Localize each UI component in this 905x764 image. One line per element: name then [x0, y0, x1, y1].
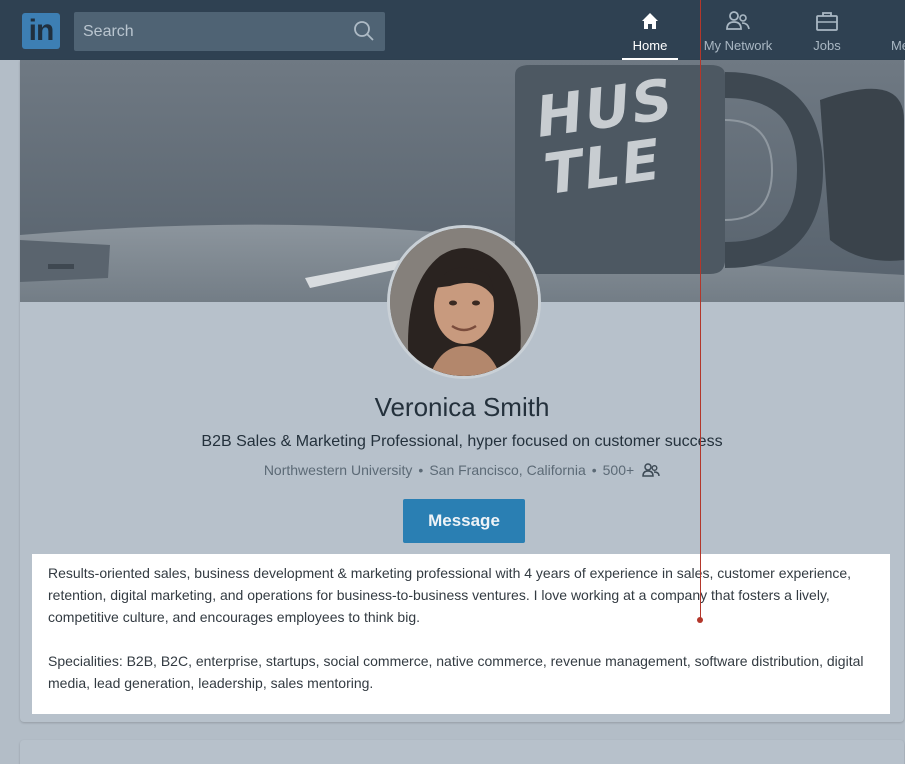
nav-me-label: Me [890, 38, 905, 53]
network-icon [700, 10, 776, 34]
profile-name: Veronica Smith [374, 392, 550, 422]
profile-connections[interactable]: 500+ [603, 462, 635, 478]
nav-jobs-label: Jobs [813, 38, 841, 53]
meta-separator: • [418, 462, 424, 478]
linkedin-logo[interactable]: in [22, 13, 60, 49]
nav-me[interactable]: Me [880, 10, 905, 60]
profile-meta: Northwestern University • San Francisco, C… [20, 462, 904, 480]
search-input[interactable] [74, 12, 344, 51]
summary-specialities: Specialities: B2B, B2C, enterprise, star… [48, 653, 864, 691]
annotation-pointer-line [700, 0, 701, 620]
profile-summary: Results-oriented sales, business develop… [32, 554, 890, 714]
connections-icon [642, 463, 660, 480]
me-icon [880, 10, 905, 34]
mug-hustle-text: HUSTLE [532, 67, 679, 209]
profile-headline: B2B Sales & Marketing Professional, hype… [201, 433, 723, 450]
nav-home[interactable]: Home [622, 10, 678, 60]
next-section-card [20, 740, 904, 764]
profile-location: San Francisco, California [429, 462, 586, 478]
profile-school[interactable]: Northwestern University [264, 462, 413, 478]
search-icon[interactable] [353, 20, 375, 47]
annotation-pointer-dot [697, 617, 703, 623]
search-box [74, 12, 385, 51]
profile-avatar[interactable] [387, 225, 541, 379]
message-button[interactable]: Message [403, 499, 525, 543]
profile-card: HUSTLE Veronica Smith B2B Sales & Market… [20, 60, 904, 722]
nav-home-label: Home [632, 38, 668, 53]
nav-my-network[interactable]: My Network [700, 10, 776, 60]
briefcase-icon [803, 10, 851, 34]
top-nav-bar: in Home My Network [0, 0, 905, 60]
nav-jobs[interactable]: Jobs [803, 10, 851, 60]
meta-separator: • [591, 462, 597, 478]
home-icon [622, 10, 678, 34]
summary-paragraph: Results-oriented sales, business develop… [48, 565, 852, 625]
nav-my-network-label: My Network [703, 38, 773, 53]
